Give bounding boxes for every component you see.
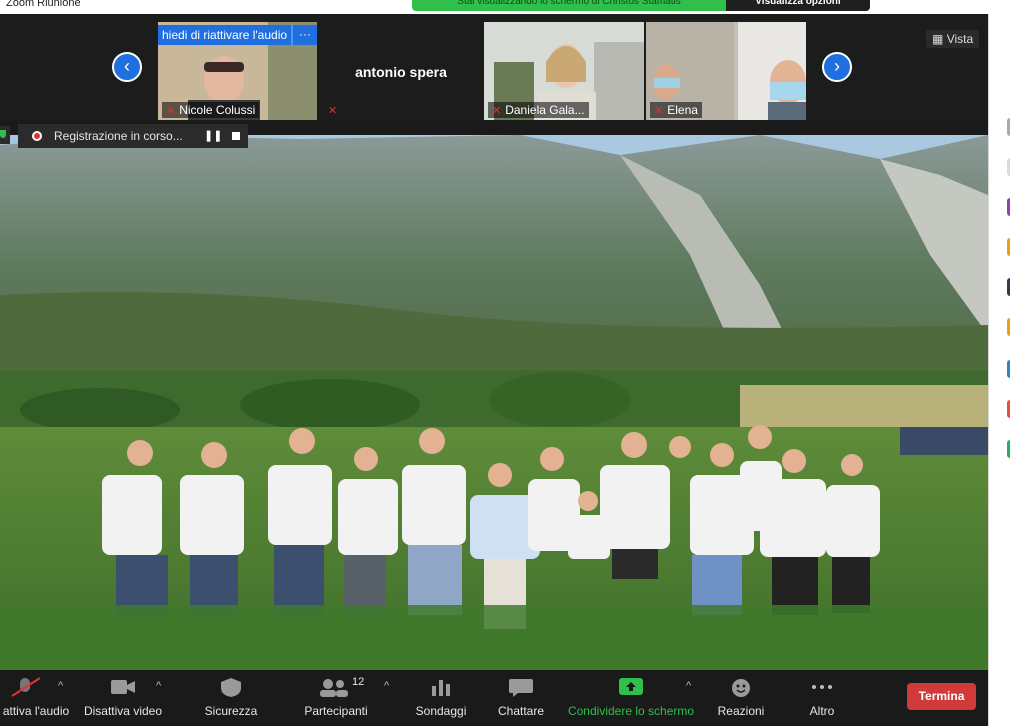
- mic-muted-icon: ✕: [166, 105, 176, 117]
- recording-bar: Registrazione in corso... ❚❚: [18, 124, 248, 148]
- chat-icon: [490, 676, 552, 698]
- audio-options-caret[interactable]: ^: [58, 680, 63, 692]
- video-icon: [80, 676, 166, 698]
- recording-label: Registrazione in corso...: [54, 129, 183, 143]
- view-button[interactable]: ▦ Vista: [926, 30, 980, 48]
- meeting-area: ‹ ✕ Nicole Colussi antonio spera ✕ ✕ Dan…: [0, 14, 988, 670]
- more-icon: [792, 676, 852, 698]
- stop-icon[interactable]: [232, 132, 240, 140]
- video-options-caret[interactable]: ^: [156, 680, 161, 692]
- mic-muted-icon: ✕: [328, 105, 338, 117]
- participant-name: antonio spera: [355, 64, 447, 80]
- share-banner-text: Stai visualizzando lo schermo di Christo…: [412, 0, 726, 11]
- shield-icon: [196, 676, 266, 698]
- polls-button[interactable]: Sondaggi: [410, 670, 472, 726]
- chat-button[interactable]: Chattare: [490, 670, 552, 726]
- participants-button[interactable]: 12 Partecipanti: [298, 670, 374, 726]
- reactions-button[interactable]: Reazioni: [710, 670, 772, 726]
- window-title: Zoom Riunione: [6, 0, 81, 9]
- more-button[interactable]: Altro: [792, 670, 852, 726]
- unmute-label: attiva l'audio: [2, 704, 70, 718]
- reactions-icon: [710, 676, 772, 698]
- mic-muted-icon: ✕: [492, 105, 502, 117]
- share-options-caret[interactable]: ^: [686, 680, 691, 692]
- arrow-left-icon[interactable]: ‹: [112, 52, 142, 82]
- share-screen-icon: [564, 676, 698, 698]
- polls-icon: [410, 676, 472, 698]
- share-banner: Stai visualizzando lo schermo di Christo…: [412, 0, 870, 11]
- unmute-button[interactable]: attiva l'audio: [0, 670, 72, 726]
- polls-label: Sondaggi: [415, 704, 467, 718]
- participant-tile-elena[interactable]: ✕ Elena: [646, 22, 806, 120]
- record-icon: [32, 131, 42, 141]
- unmute-request-button[interactable]: hiedi di riattivare l'audio: [158, 25, 292, 45]
- participant-tile-daniela[interactable]: ✕ Daniela Gala...: [484, 22, 644, 120]
- pause-icon[interactable]: ❚❚: [204, 124, 222, 148]
- reactions-label: Reazioni: [717, 704, 765, 718]
- mic-muted-icon: ✕: [654, 105, 664, 117]
- shared-photo: [0, 135, 988, 670]
- participants-options-caret[interactable]: ^: [384, 680, 389, 692]
- participant-strip: ‹ ✕ Nicole Colussi antonio spera ✕ ✕ Dan…: [0, 14, 988, 122]
- more-label: Altro: [809, 704, 835, 718]
- participant-name: Elena: [667, 103, 698, 117]
- view-options-button[interactable]: Visualizza opzioni: [726, 0, 870, 11]
- security-button[interactable]: Sicurezza: [196, 670, 266, 726]
- grid-icon: ▦: [932, 32, 944, 46]
- share-screen-button[interactable]: Condividere lo schermo: [564, 670, 698, 726]
- security-label: Sicurezza: [204, 704, 258, 718]
- shield-icon: [0, 126, 10, 144]
- more-icon[interactable]: ···: [292, 25, 317, 45]
- share-screen-label: Condividere lo schermo: [567, 704, 695, 718]
- video-button[interactable]: Disattiva video: [80, 670, 166, 726]
- meeting-toolbar: attiva l'audio ^ Disattiva video ^ Sicur…: [0, 670, 988, 726]
- view-label: Vista: [946, 32, 974, 46]
- participant-name: Nicole Colussi: [179, 103, 256, 117]
- participant-tile-antonio[interactable]: antonio spera ✕: [320, 22, 482, 120]
- participants-count: 12: [352, 676, 365, 688]
- video-label: Disattiva video: [83, 704, 163, 718]
- participant-name: Daniela Gala...: [505, 103, 585, 117]
- shared-screen: [0, 135, 988, 670]
- chat-label: Chattare: [497, 704, 545, 718]
- arrow-right-icon[interactable]: ›: [822, 52, 852, 82]
- right-sidebar: [988, 14, 1010, 726]
- end-meeting-button[interactable]: Termina: [907, 683, 976, 710]
- participants-label: Partecipanti: [304, 704, 368, 718]
